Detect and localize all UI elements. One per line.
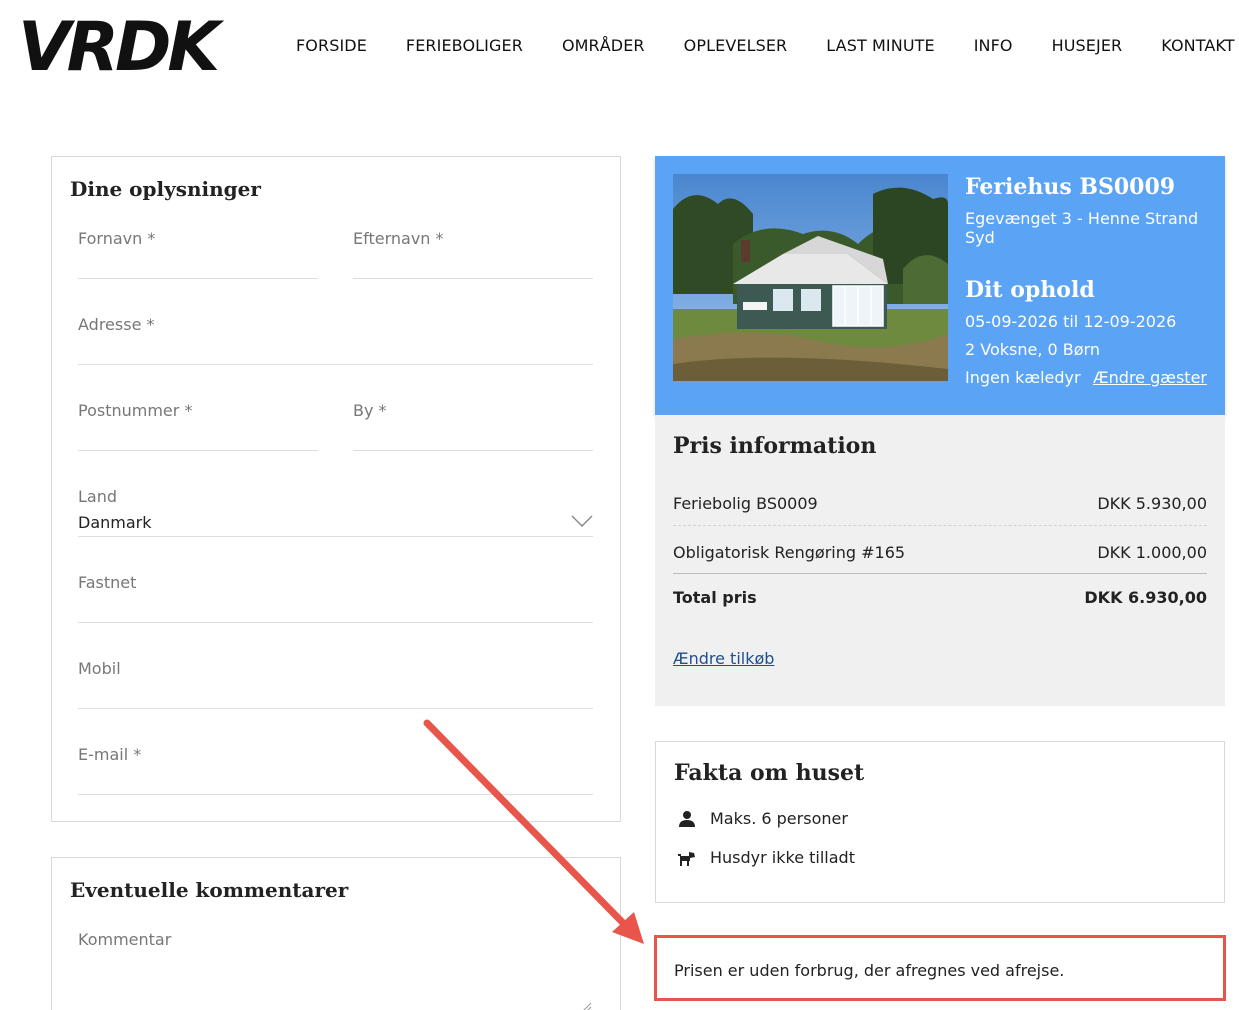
fact-text: Maks. 6 personer — [710, 809, 848, 828]
nav-ferieboliger[interactable]: FERIEBOLIGER — [406, 36, 523, 55]
comment-label: Kommentar — [78, 930, 172, 949]
first-name-field[interactable]: Fornavn * — [78, 229, 318, 279]
fact-text: Husdyr ikke tilladt — [710, 848, 855, 867]
price-row: Feriebolig BS0009 DKK 5.930,00 — [673, 494, 1207, 513]
city-label: By * — [353, 401, 387, 420]
landline-label: Fastnet — [78, 573, 137, 592]
customer-info-title: Dine oplysninger — [70, 177, 261, 201]
landline-field[interactable]: Fastnet — [78, 573, 593, 623]
booking-summary-card: Feriehus BS0009 Egevænget 3 - Henne Stra… — [655, 156, 1225, 415]
price-divider — [673, 525, 1207, 526]
dog-icon — [678, 851, 695, 866]
house-facts-panel: Fakta om huset Maks. 6 personer Husdyr i… — [655, 741, 1225, 903]
total-label: Total pris — [673, 588, 757, 607]
city-field[interactable]: By * — [353, 401, 593, 451]
vrdk-logo[interactable]: VRDK — [18, 10, 226, 80]
price-row-amount: DKK 5.930,00 — [1097, 494, 1207, 513]
nav-forside[interactable]: FORSIDE — [296, 36, 367, 55]
stay-guests: 2 Voksne, 0 Børn — [965, 340, 1100, 359]
email-field[interactable]: E-mail * — [78, 745, 593, 795]
consumption-note: Prisen er uden forbrug, der afregnes ved… — [654, 935, 1226, 1001]
nav-omraader[interactable]: OMRÅDER — [562, 36, 645, 55]
price-row-amount: DKK 1.000,00 — [1097, 543, 1207, 562]
stay-title: Dit ophold — [965, 277, 1095, 303]
house-title: Feriehus BS0009 — [965, 174, 1176, 200]
comments-panel: Eventuelle kommentarer Kommentar — [51, 857, 621, 1010]
nav-info[interactable]: INFO — [974, 36, 1013, 55]
main-nav: FORSIDE FERIEBOLIGER OMRÅDER OPLEVELSER … — [296, 36, 1235, 55]
total-amount: DKK 6.930,00 — [1084, 588, 1207, 607]
country-value: Danmark — [78, 513, 152, 532]
booking-info: Feriehus BS0009 Egevænget 3 - Henne Stra… — [965, 174, 1215, 387]
note-text: Prisen er uden forbrug, der afregnes ved… — [674, 961, 1065, 980]
total-divider — [673, 573, 1207, 574]
nav-oplevelser[interactable]: OPLEVELSER — [684, 36, 788, 55]
postal-code-label: Postnummer * — [78, 401, 193, 420]
price-info-panel: Pris information Feriebolig BS0009 DKK 5… — [655, 415, 1225, 706]
address-label: Adresse * — [78, 315, 155, 334]
person-icon — [679, 810, 695, 827]
country-label: Land — [78, 487, 118, 506]
nav-last-minute[interactable]: LAST MINUTE — [826, 36, 934, 55]
comments-title: Eventuelle kommentarer — [70, 878, 349, 902]
chevron-down-icon[interactable] — [571, 515, 593, 527]
price-row: Obligatorisk Rengøring #165 DKK 1.000,00 — [673, 543, 1207, 562]
price-row-label: Obligatorisk Rengøring #165 — [673, 543, 906, 562]
mobile-field[interactable]: Mobil — [78, 659, 593, 709]
resize-grip-icon[interactable] — [582, 1002, 592, 1010]
address-field[interactable]: Adresse * — [78, 315, 593, 365]
nav-husejer[interactable]: HUSEJER — [1052, 36, 1123, 55]
first-name-label: Fornavn * — [78, 229, 156, 248]
price-info-title: Pris information — [673, 433, 877, 459]
last-name-label: Efternavn * — [353, 229, 444, 248]
mobile-label: Mobil — [78, 659, 121, 678]
customer-info-panel: Dine oplysninger Fornavn * Efternavn * A… — [51, 156, 621, 822]
stay-pets: Ingen kæledyr — [965, 368, 1081, 387]
last-name-field[interactable]: Efternavn * — [353, 229, 593, 279]
total-row: Total pris DKK 6.930,00 — [673, 588, 1207, 607]
change-guests-link[interactable]: Ændre gæster — [1093, 368, 1207, 387]
house-photo — [673, 174, 948, 381]
logo-text: VRDK — [18, 10, 224, 80]
house-address: Egevænget 3 - Henne Strand Syd — [965, 209, 1199, 247]
comment-textarea[interactable]: Kommentar — [78, 930, 593, 1010]
fact-pets: Husdyr ikke tilladt — [678, 848, 855, 867]
email-label: E-mail * — [78, 745, 142, 764]
pets-row: Ingen kæledyr Ændre gæster — [965, 368, 1207, 387]
postal-code-field[interactable]: Postnummer * — [78, 401, 318, 451]
nav-kontakt[interactable]: KONTAKT — [1161, 36, 1234, 55]
country-select[interactable]: Land Danmark — [78, 487, 593, 537]
stay-dates: 05-09-2026 til 12-09-2026 — [965, 312, 1177, 331]
house-facts-title: Fakta om huset — [674, 760, 865, 786]
change-addons-link[interactable]: Ændre tilkøb — [673, 649, 774, 668]
fact-max-persons: Maks. 6 personer — [678, 809, 848, 828]
price-row-label: Feriebolig BS0009 — [673, 494, 818, 513]
